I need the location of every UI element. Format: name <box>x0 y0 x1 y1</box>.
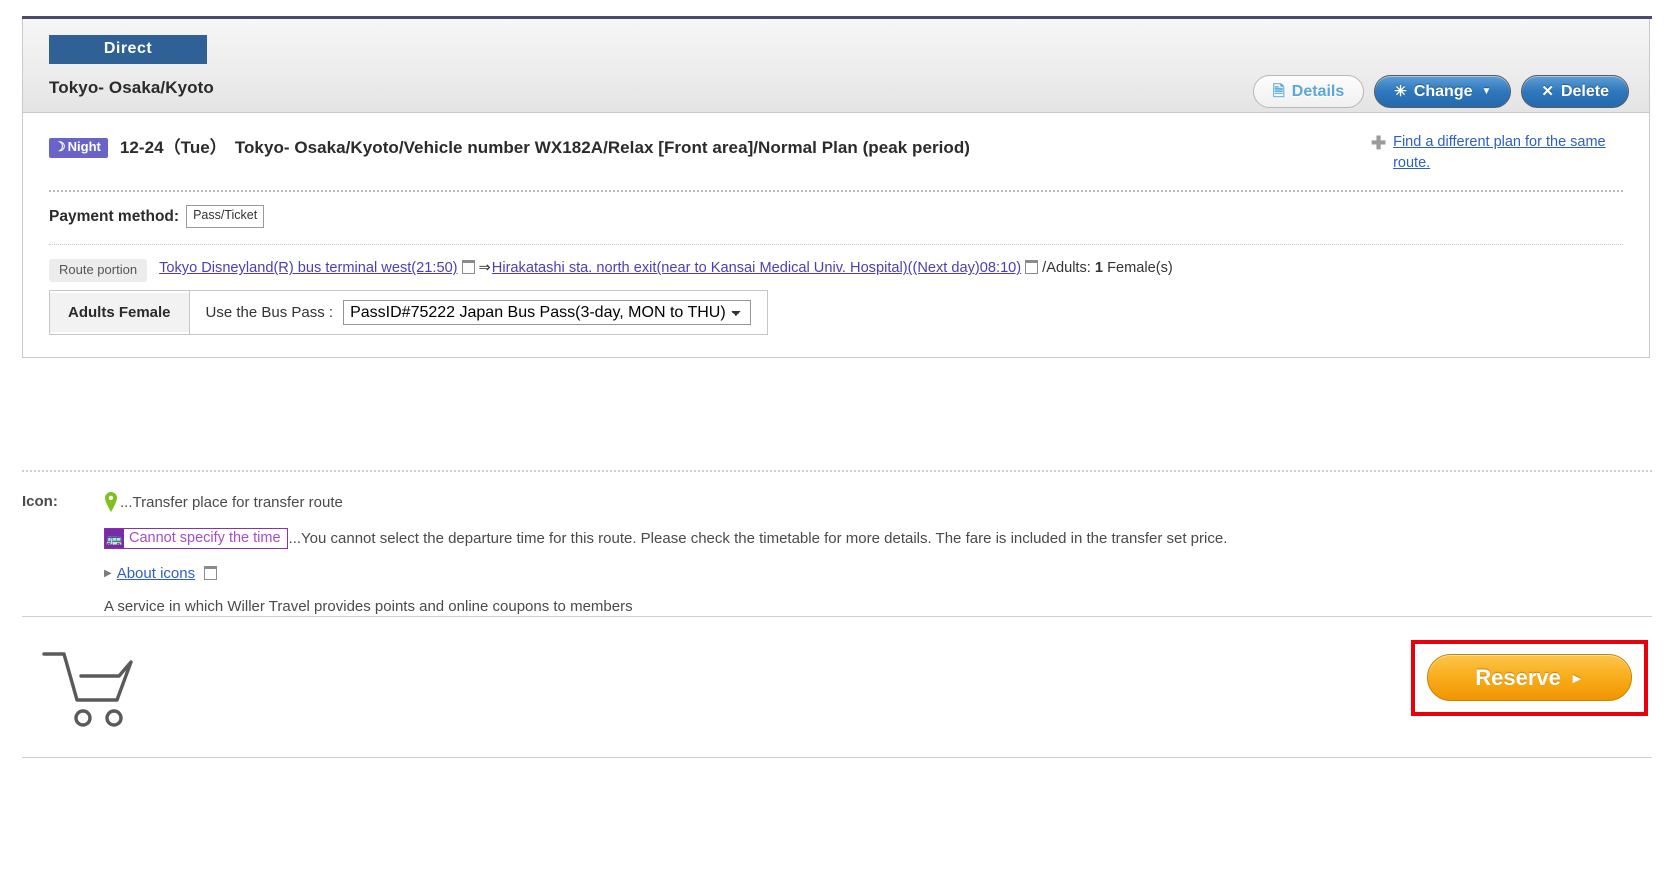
divider-dotted <box>49 190 1623 193</box>
pass-row-header: Adults Female <box>50 293 189 333</box>
pass-row-value: Use the Bus Pass : PassID#75222 Japan Bu… <box>189 291 768 335</box>
route-portion-tag: Route portion <box>49 259 148 283</box>
route-portion-detail: Tokyo Disneyland(R) bus terminal west(21… <box>159 258 1623 280</box>
triangle-right-icon: ▶ <box>104 568 112 579</box>
chevron-down-icon: ▼ <box>1481 86 1492 97</box>
popup-window-icon[interactable] <box>461 260 475 275</box>
details-button-label: Details <box>1291 82 1345 100</box>
passengers-prefix: /Adults: <box>1042 260 1095 277</box>
find-different-plan[interactable]: ✚ Find a different plan for the same rou… <box>1371 131 1623 174</box>
trip-summary-row: ☽ Night 12-24（Tue） Tokyo- Osaka/Kyoto/Veh… <box>49 131 1623 174</box>
legend-items: ...Transfer place for transfer route 🚌 C… <box>104 492 1652 615</box>
trip-date: 12-24（Tue） <box>119 138 227 158</box>
legend-note: A service in which Willer Travel provide… <box>104 598 633 615</box>
bus-icon: 🚌 <box>105 529 124 548</box>
legend-transfer-text: ...Transfer place for transfer route <box>120 493 343 511</box>
table-row: Adults Female Use the Bus Pass : PassID#… <box>49 290 769 336</box>
moon-icon: ☽ <box>54 139 66 155</box>
arrow-right-icon: ► <box>1569 669 1584 686</box>
cannot-specify-time-chip: 🚌 Cannot specify the time <box>104 528 288 549</box>
find-different-plan-link[interactable]: Find a different plan for the same route… <box>1393 132 1623 174</box>
passengers-suffix: Female(s) <box>1103 260 1173 277</box>
popup-window-icon-3[interactable] <box>204 565 218 580</box>
header-actions: 🗎 Details ✳ Change ▼ ✕ Delete <box>1252 75 1629 108</box>
details-button[interactable]: 🗎 Details <box>1252 75 1365 108</box>
change-button-label: Change <box>1413 82 1473 100</box>
change-button[interactable]: ✳ Change ▼ <box>1374 75 1512 108</box>
legend-divider <box>22 470 1652 472</box>
shopping-cart-icon[interactable] <box>40 648 135 733</box>
close-icon: ✕ <box>1541 83 1554 100</box>
night-badge-label: Night <box>67 139 101 155</box>
reserve-button[interactable]: Reserve ► <box>1427 654 1632 701</box>
night-badge: ☽ Night <box>49 138 108 159</box>
trip-summary: ☽ Night 12-24（Tue） Tokyo- Osaka/Kyoto/Veh… <box>49 131 1347 160</box>
legend-cannot-specify-text: ...You cannot select the departure time … <box>288 530 1228 547</box>
bus-pass-select[interactable]: PassID#75222 Japan Bus Pass(3-day, MON t… <box>343 300 752 326</box>
legend-item-cannot-specify: 🚌 Cannot specify the time ...You cannot … <box>104 528 1652 549</box>
cannot-specify-time-label: Cannot specify the time <box>129 530 281 547</box>
legend-item-transfer: ...Transfer place for transfer route <box>104 492 1652 512</box>
gear-icon: ✳ <box>1394 83 1407 100</box>
document-icon: 🗎 <box>1272 83 1285 100</box>
delete-button-label: Delete <box>1560 82 1609 100</box>
about-icons-row[interactable]: ▶ About icons <box>104 565 1652 582</box>
bus-pass-label: Use the Bus Pass : <box>205 304 334 322</box>
departure-stop-link[interactable]: Tokyo Disneyland(R) bus terminal west(21… <box>159 260 457 276</box>
arrival-stop-link[interactable]: Hirakatashi sta. north exit(near to Kans… <box>492 260 1021 276</box>
reserve-button-label: Reserve <box>1475 664 1561 690</box>
footer-bottom-divider <box>22 757 1652 758</box>
pass-row-value-cell: Use the Bus Pass : PassID#75222 Japan Bu… <box>188 290 769 336</box>
direct-badge: Direct <box>49 35 207 65</box>
route-portion-row: Route portion Tokyo Disneyland(R) bus te… <box>49 258 1623 283</box>
reserve-highlight-box: Reserve ► <box>1411 640 1648 716</box>
payment-method-row: Payment method: Pass/Ticket <box>49 205 1623 229</box>
passengers-count: 1 <box>1094 260 1104 277</box>
pass-row-header-cell: Adults Female <box>49 290 190 336</box>
icon-legend: Icon: ...Transfer place for transfer rou… <box>22 470 1652 615</box>
card-header: Direct Tokyo- Osaka/Kyoto 🗎 Details ✳ Ch… <box>23 19 1649 114</box>
divider-dotted-light <box>49 244 1623 246</box>
bus-pass-table: Adults Female Use the Bus Pass : PassID#… <box>49 290 769 336</box>
arrow-icon: ⇒ <box>478 260 491 277</box>
plus-icon: ✚ <box>1371 133 1387 154</box>
reservation-card: Direct Tokyo- Osaka/Kyoto 🗎 Details ✳ Ch… <box>22 19 1650 359</box>
trip-description: Tokyo- Osaka/Kyoto/Vehicle number WX182A… <box>234 138 970 158</box>
legend-grid: Icon: ...Transfer place for transfer rou… <box>22 492 1652 615</box>
map-pin-icon <box>104 492 118 512</box>
reservation-page: Direct Tokyo- Osaka/Kyoto 🗎 Details ✳ Ch… <box>0 0 1672 878</box>
footer-top-divider <box>22 616 1652 617</box>
about-icons-link[interactable]: About icons <box>117 565 195 582</box>
popup-window-icon-2[interactable] <box>1025 260 1039 275</box>
payment-method-value: Pass/Ticket <box>186 205 265 229</box>
delete-button[interactable]: ✕ Delete <box>1521 75 1629 108</box>
legend-key-label: Icon: <box>22 493 58 510</box>
card-body: ☽ Night 12-24（Tue） Tokyo- Osaka/Kyoto/Veh… <box>23 113 1649 357</box>
payment-method-label: Payment method: <box>49 207 180 225</box>
